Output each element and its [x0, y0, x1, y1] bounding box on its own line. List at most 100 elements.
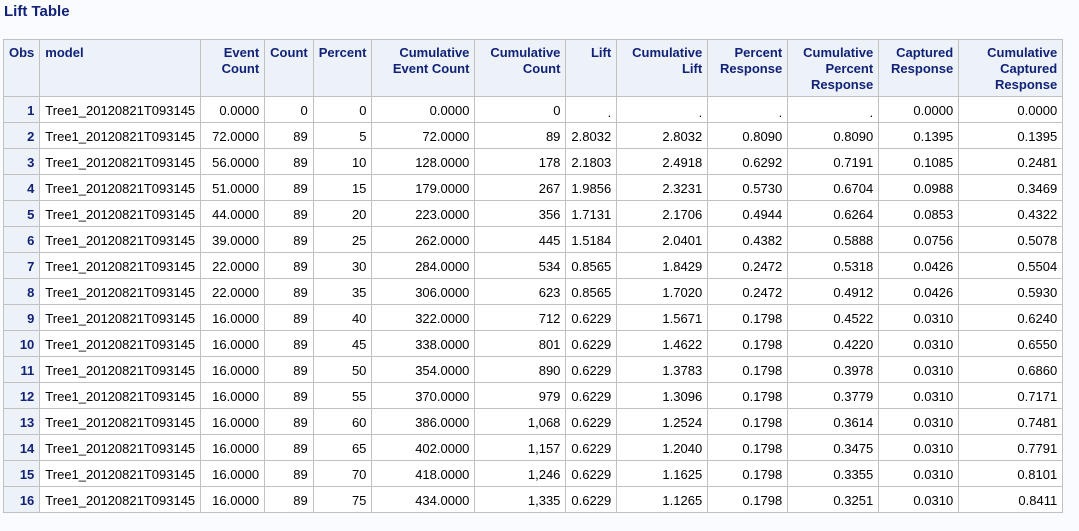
cell-percent-response: 0.8090: [707, 122, 789, 149]
cell-percent-response: 0.2472: [707, 278, 789, 305]
cell-cumulative-lift: 1.3783: [616, 356, 709, 383]
cell-lift: 1.9856: [565, 174, 618, 201]
cell-percent: 75: [312, 486, 373, 513]
cell-event-count: 16.0000: [200, 304, 266, 331]
cell-model: Tree1_20120821T093145: [39, 122, 202, 149]
cell-percent-response: 0.4944: [707, 200, 789, 227]
cell-event-count: 16.0000: [200, 486, 266, 513]
cell-captured-response: 0.0310: [878, 382, 960, 409]
cell-cumulative-count: 623: [474, 278, 567, 305]
cell-count: 89: [264, 408, 314, 435]
table-row: 4 Tree1_20120821T093145 51.0000 89 15 179.000…: [2, 174, 1064, 201]
cell-cumulative-percent-response: 0.4522: [787, 304, 880, 331]
cell-cumulative-lift: 1.2524: [616, 408, 709, 435]
table-row: 10 Tree1_20120821T093145 16.0000 89 45 338.00…: [2, 330, 1064, 357]
cell-count: 89: [264, 356, 314, 383]
cell-obs: 1: [2, 96, 41, 123]
column-header-obs: Obs: [2, 39, 41, 97]
cell-cumulative-count: 1,335: [474, 486, 567, 513]
cell-event-count: 16.0000: [200, 382, 266, 409]
table-row: 5 Tree1_20120821T093145 44.0000 89 20 223.000…: [2, 200, 1064, 227]
cell-percent: 0: [312, 96, 373, 123]
cell-cumulative-event-count: 306.0000: [371, 278, 476, 305]
cell-captured-response: 0.0310: [878, 304, 960, 331]
cell-cumulative-count: 979: [474, 382, 567, 409]
cell-cumulative-event-count: 338.0000: [371, 330, 476, 357]
cell-cumulative-percent-response: .: [787, 96, 880, 123]
table-row: 12 Tree1_20120821T093145 16.0000 89 55 370.00…: [2, 382, 1064, 409]
cell-cumulative-count: 356: [474, 200, 567, 227]
column-header-model: model: [39, 39, 202, 97]
column-header-event-count: Event Count: [200, 39, 266, 97]
cell-lift: 0.6229: [565, 434, 618, 461]
cell-count: 89: [264, 434, 314, 461]
cell-lift: 0.6229: [565, 356, 618, 383]
cell-cumulative-captured-response: 0.5930: [958, 278, 1064, 305]
table-row: 13 Tree1_20120821T093145 16.0000 89 60 386.00…: [2, 408, 1064, 435]
table-body: 1 Tree1_20120821T093145 0.0000 0 0 0.0000 0...…: [2, 96, 1064, 513]
cell-cumulative-captured-response: 0.7171: [958, 382, 1064, 409]
cell-cumulative-lift: .: [616, 96, 709, 123]
cell-percent-response: 0.1798: [707, 408, 789, 435]
cell-cumulative-event-count: 128.0000: [371, 148, 476, 175]
cell-percent: 50: [312, 356, 373, 383]
cell-cumulative-event-count: 223.0000: [371, 200, 476, 227]
cell-model: Tree1_20120821T093145: [39, 382, 202, 409]
cell-cumulative-captured-response: 0.3469: [958, 174, 1064, 201]
column-header-percent: Percent: [312, 39, 373, 97]
cell-percent-response: 0.4382: [707, 226, 789, 253]
cell-percent: 45: [312, 330, 373, 357]
cell-percent: 70: [312, 460, 373, 487]
cell-percent: 35: [312, 278, 373, 305]
column-header-lift: Lift: [565, 39, 618, 97]
cell-captured-response: 0.0310: [878, 460, 960, 487]
cell-captured-response: 0.0000: [878, 96, 960, 123]
cell-cumulative-lift: 2.3231: [616, 174, 709, 201]
cell-cumulative-lift: 1.5671: [616, 304, 709, 331]
cell-count: 89: [264, 226, 314, 253]
cell-count: 89: [264, 200, 314, 227]
cell-model: Tree1_20120821T093145: [39, 148, 202, 175]
cell-percent-response: .: [707, 96, 789, 123]
cell-percent: 10: [312, 148, 373, 175]
cell-event-count: 22.0000: [200, 278, 266, 305]
cell-count: 0: [264, 96, 314, 123]
cell-cumulative-percent-response: 0.6704: [787, 174, 880, 201]
column-header-cumulative-captured-response: Cumulative Captured Response: [958, 39, 1064, 97]
lift-table: Obs model Event Count Count Percent Cumu…: [2, 39, 1064, 513]
cell-captured-response: 0.1395: [878, 122, 960, 149]
cell-cumulative-event-count: 284.0000: [371, 252, 476, 279]
cell-percent-response: 0.1798: [707, 304, 789, 331]
cell-count: 89: [264, 330, 314, 357]
cell-obs: 8: [2, 278, 41, 305]
cell-model: Tree1_20120821T093145: [39, 486, 202, 513]
cell-count: 89: [264, 382, 314, 409]
cell-count: 89: [264, 460, 314, 487]
cell-captured-response: 0.0310: [878, 330, 960, 357]
cell-percent: 40: [312, 304, 373, 331]
cell-cumulative-captured-response: 0.7481: [958, 408, 1064, 435]
cell-percent: 20: [312, 200, 373, 227]
cell-obs: 14: [2, 434, 41, 461]
header-row: Obs model Event Count Count Percent Cumu…: [2, 39, 1064, 97]
cell-cumulative-count: 1,157: [474, 434, 567, 461]
cell-percent: 60: [312, 408, 373, 435]
column-header-cumulative-event-count: Cumulative Event Count: [371, 39, 476, 97]
cell-obs: 7: [2, 252, 41, 279]
cell-cumulative-count: 1,246: [474, 460, 567, 487]
cell-cumulative-lift: 2.8032: [616, 122, 709, 149]
cell-cumulative-event-count: 72.0000: [371, 122, 476, 149]
table-title: Lift Table: [4, 3, 70, 20]
cell-lift: 0.6229: [565, 408, 618, 435]
table-row: 9 Tree1_20120821T093145 16.0000 89 40 322.000…: [2, 304, 1064, 331]
cell-percent: 65: [312, 434, 373, 461]
cell-cumulative-lift: 2.1706: [616, 200, 709, 227]
cell-cumulative-percent-response: 0.3614: [787, 408, 880, 435]
cell-event-count: 72.0000: [200, 122, 266, 149]
table-row: 14 Tree1_20120821T093145 16.0000 89 65 402.00…: [2, 434, 1064, 461]
cell-obs: 6: [2, 226, 41, 253]
cell-percent-response: 0.6292: [707, 148, 789, 175]
cell-cumulative-percent-response: 0.3251: [787, 486, 880, 513]
cell-event-count: 51.0000: [200, 174, 266, 201]
cell-cumulative-count: 1,068: [474, 408, 567, 435]
